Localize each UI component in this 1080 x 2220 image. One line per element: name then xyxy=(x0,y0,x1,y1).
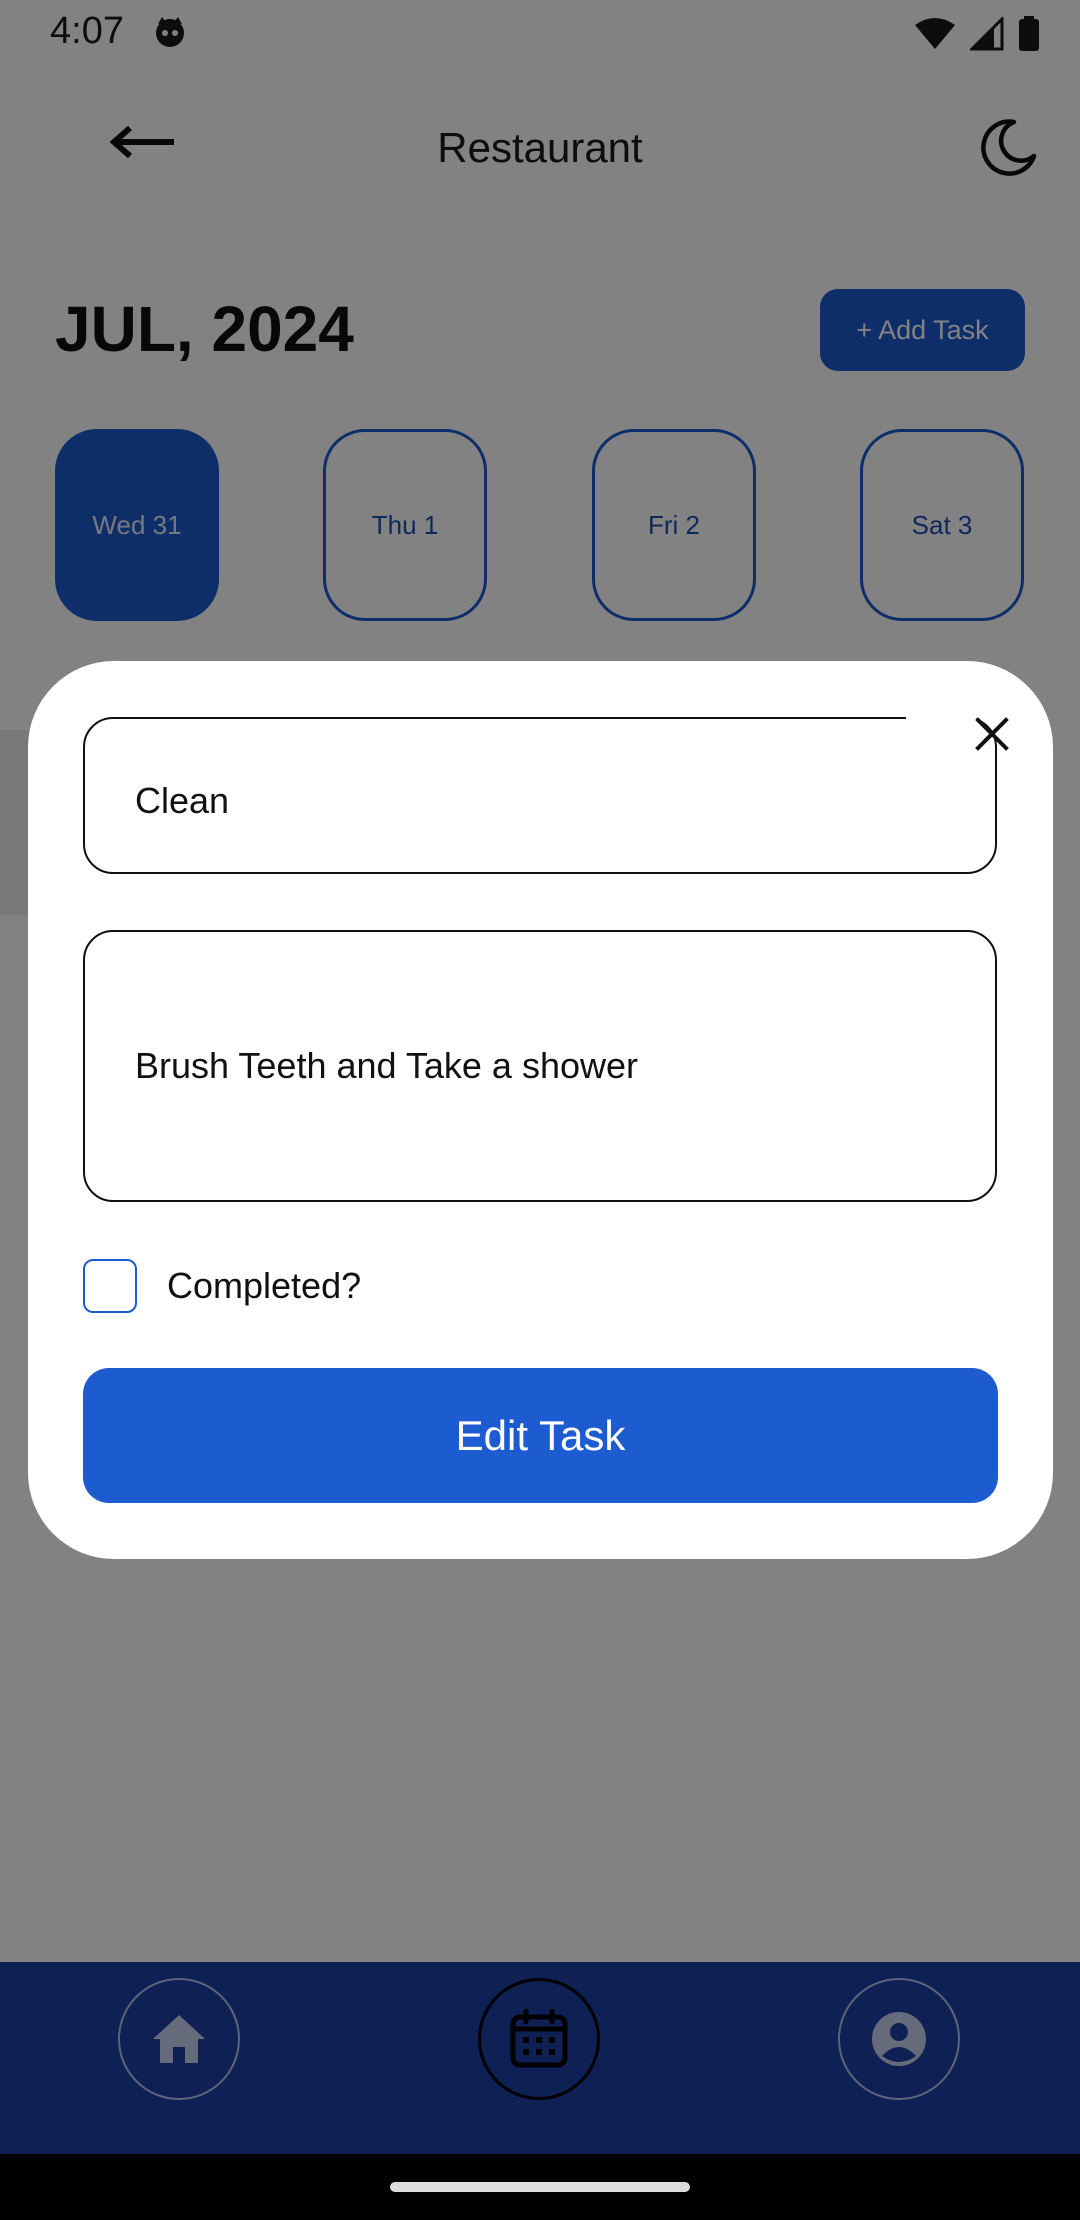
task-title-value: Clean xyxy=(135,779,230,821)
close-icon xyxy=(975,717,1009,751)
task-title-field[interactable]: Clean xyxy=(83,717,997,874)
completed-checkbox[interactable] xyxy=(83,1259,137,1313)
task-description-field[interactable]: Brush Teeth and Take a shower xyxy=(83,930,997,1202)
task-description-value: Brush Teeth and Take a shower xyxy=(135,1045,638,1086)
edit-task-button[interactable]: Edit Task xyxy=(83,1368,998,1503)
completed-label: Completed? xyxy=(167,1265,362,1306)
edit-task-dialog: Clean Brush Teeth and Take a shower Comp… xyxy=(28,661,1053,1559)
close-dialog-button[interactable] xyxy=(964,706,1020,762)
completed-row: Completed? xyxy=(83,1258,361,1314)
home-indicator[interactable] xyxy=(390,2182,690,2192)
gesture-bar xyxy=(0,2154,1080,2220)
